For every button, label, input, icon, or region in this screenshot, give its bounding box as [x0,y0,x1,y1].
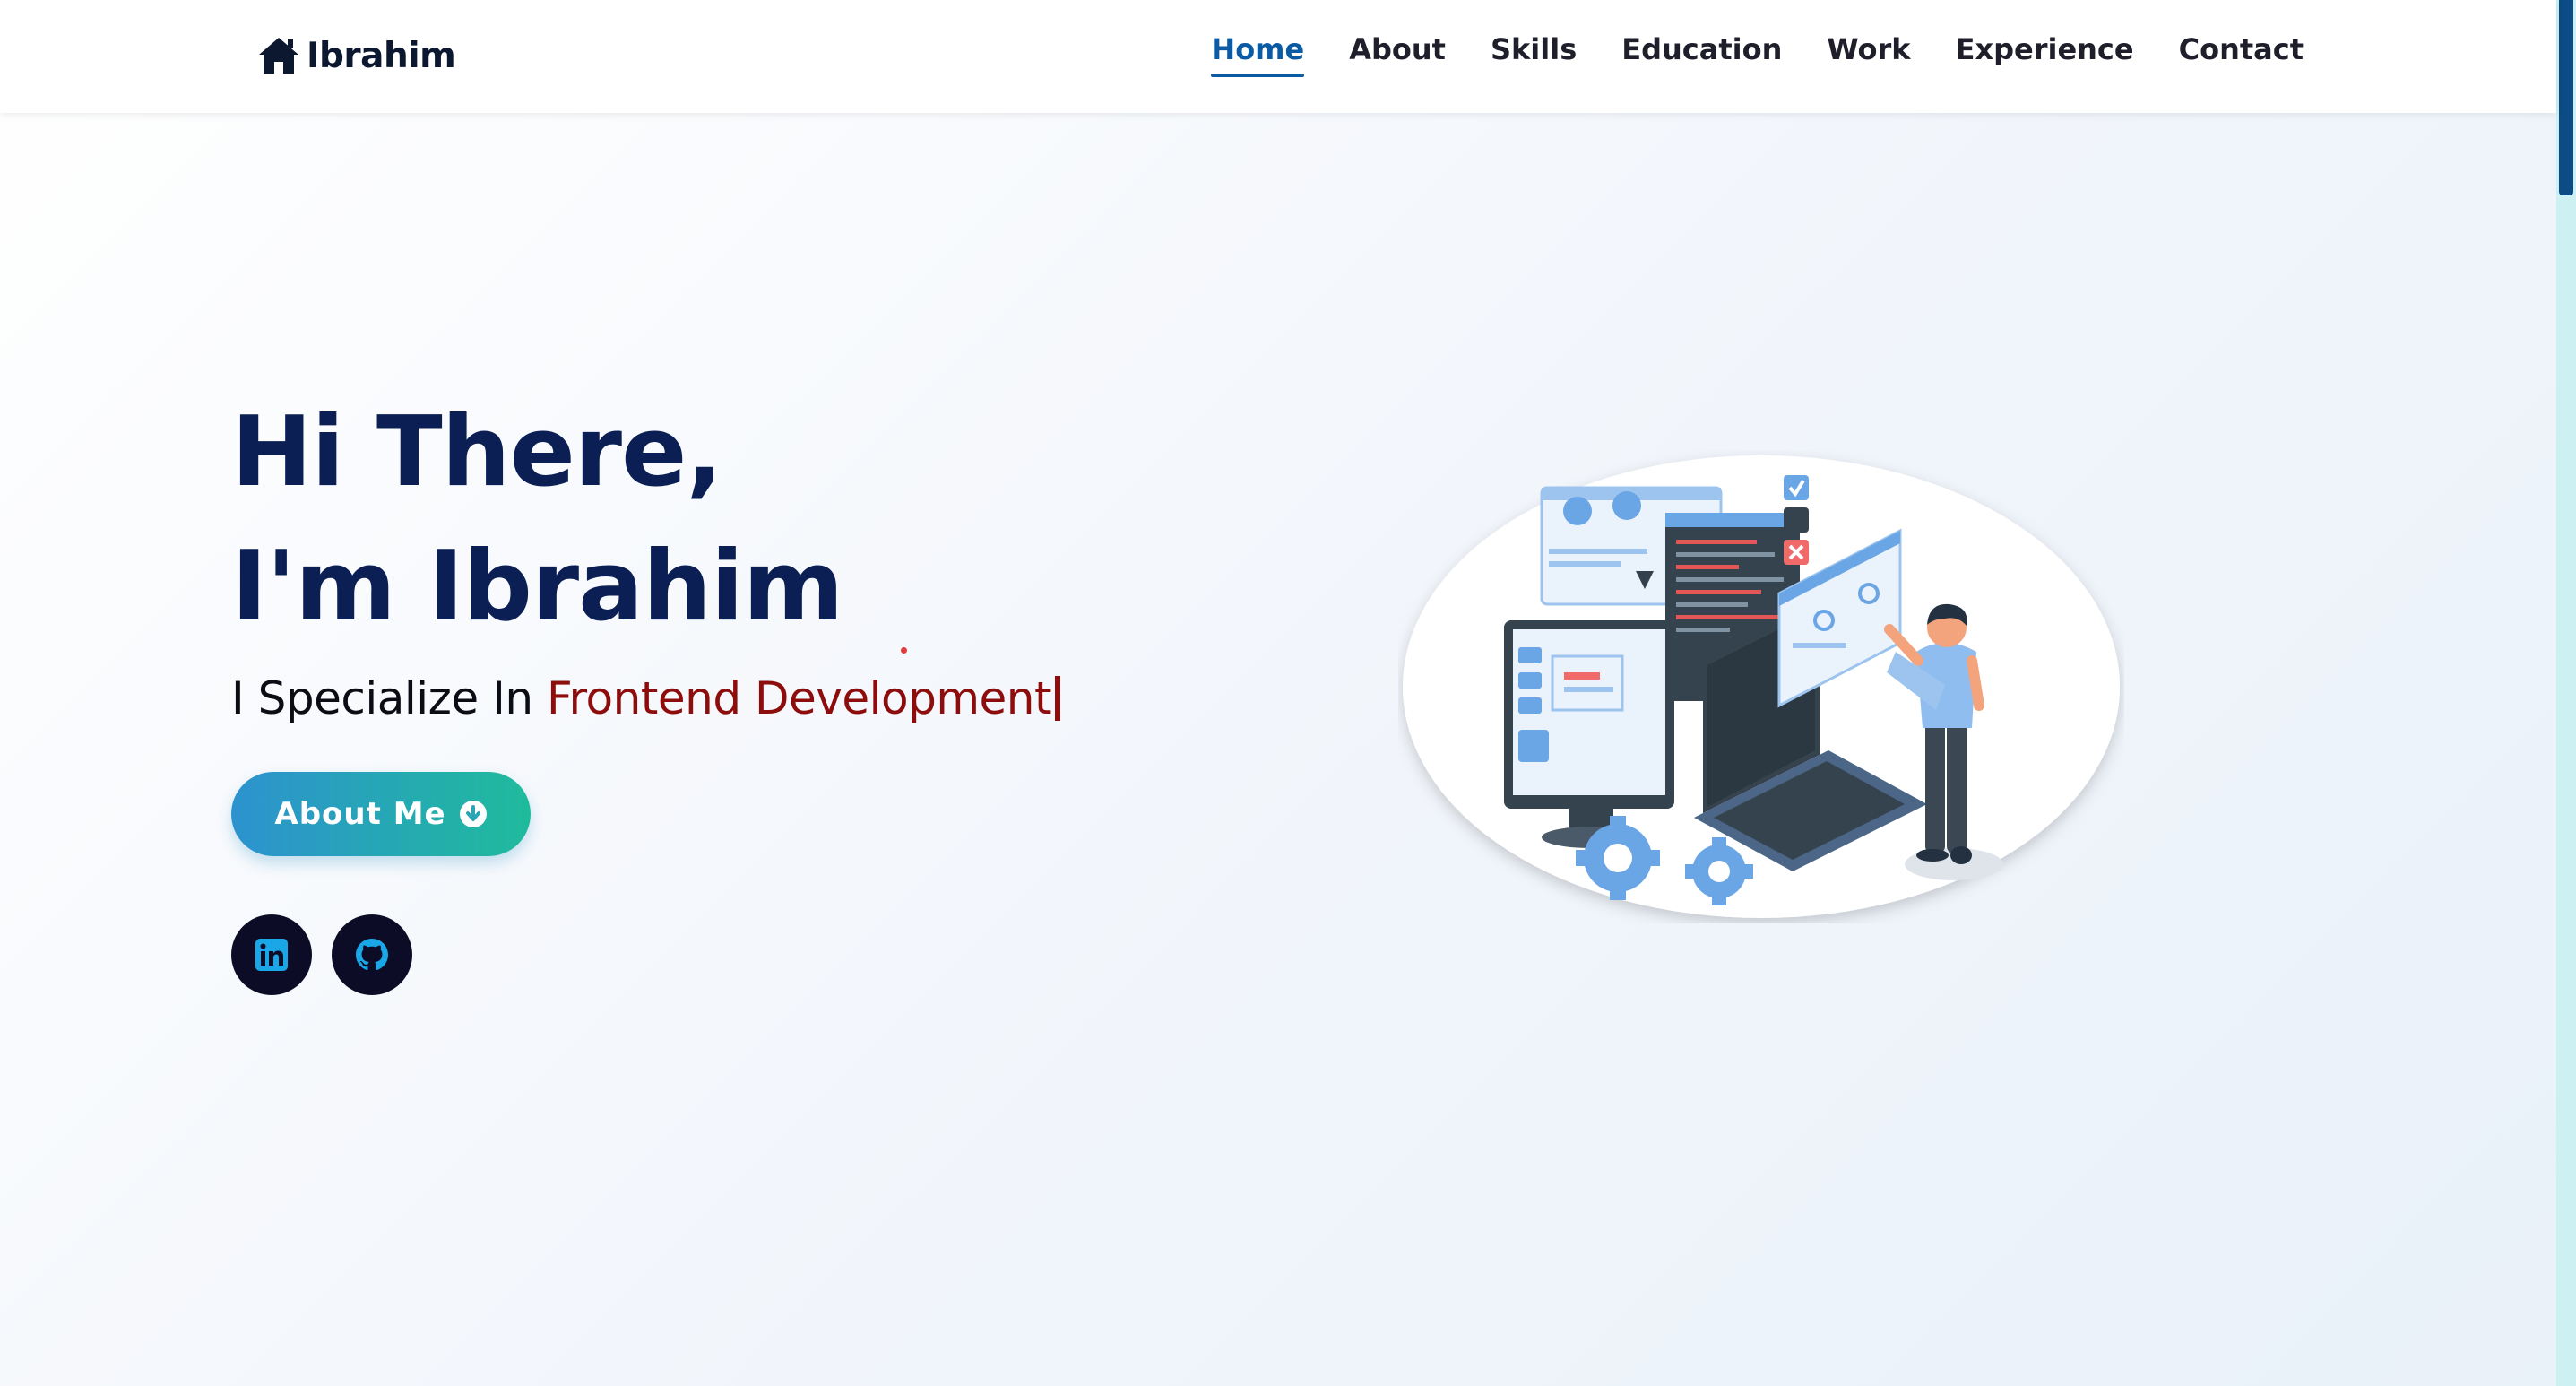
linkedin-icon [255,939,288,971]
arrow-down-circle-icon [459,801,487,827]
hero-title: Hi There, I'm Ibrahim [231,385,843,654]
brand-logo[interactable]: Ibrahim [256,30,456,81]
nav-item-skills[interactable]: Skills [1491,32,1577,77]
about-me-button-label: About Me [274,796,446,832]
github-button[interactable] [332,914,412,995]
page-scrollbar[interactable] [2556,0,2576,1386]
typing-caret [1055,676,1061,721]
hero-sub-prefix: I Specialize In [231,672,533,724]
main-nav: Home About Skills Education Work Experie… [1211,32,2304,77]
nav-item-education[interactable]: Education [1621,32,1782,77]
hero-greeting: Hi There, [231,396,722,508]
hero-intro: I'm Ibrahim [231,531,843,643]
home-icon [259,38,298,74]
nav-item-contact[interactable]: Contact [2179,32,2304,77]
nav-item-work[interactable]: Work [1827,32,1910,77]
nav-item-home[interactable]: Home [1211,32,1304,77]
page: Ibrahim Home About Skills Education Work… [0,0,2576,1386]
decorative-dot [901,647,907,654]
about-me-button[interactable]: About Me [231,772,531,856]
developer-illustration [1403,455,2120,918]
hero-sub-role: Frontend Development [546,672,1052,724]
hero-subtitle: I Specialize In Frontend Development [231,672,1061,724]
scrollbar-thumb[interactable] [2559,0,2573,195]
social-links [231,914,412,995]
navbar: Ibrahim Home About Skills Education Work… [0,0,2556,113]
github-icon [356,939,388,971]
brand-name: Ibrahim [307,35,456,76]
nav-item-about[interactable]: About [1349,32,1446,77]
linkedin-button[interactable] [231,914,312,995]
nav-item-experience[interactable]: Experience [1956,32,2134,77]
